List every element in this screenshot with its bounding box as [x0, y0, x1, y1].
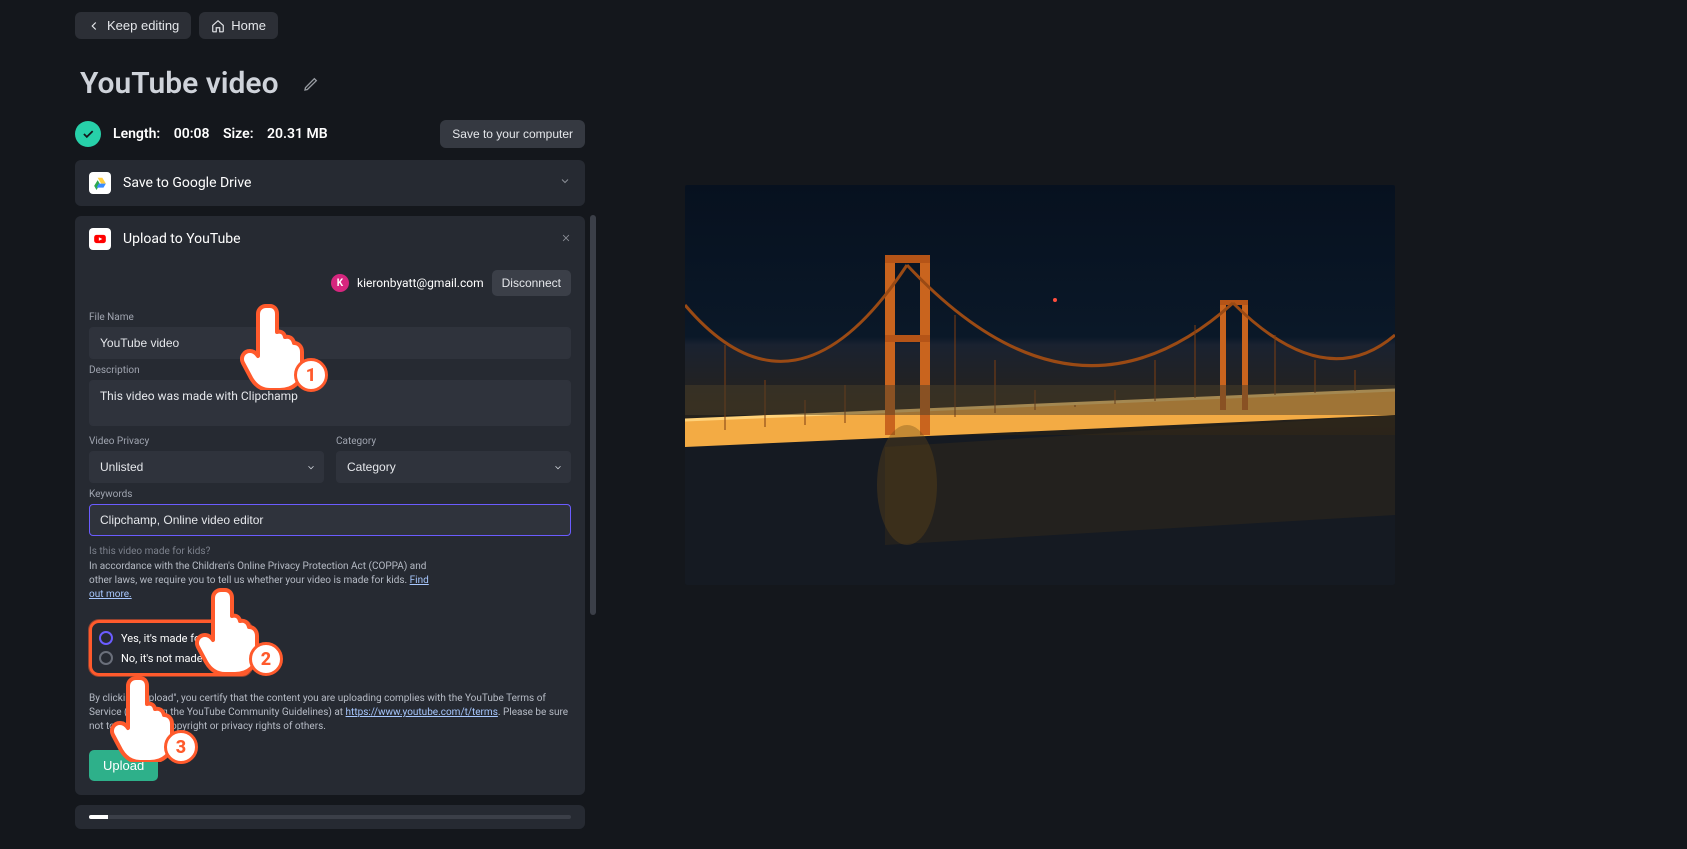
scrollbar[interactable] — [590, 160, 596, 705]
youtube-panel: Upload to YouTube K kieronbyatt@gmail.co… — [75, 216, 585, 795]
category-select[interactable]: Category — [336, 451, 571, 483]
terms-link[interactable]: https://www.youtube.com/t/terms — [346, 707, 498, 718]
account-email: kieronbyatt@gmail.com — [357, 276, 484, 290]
video-meta: Length: 00:08 Size: 20.31 MB — [113, 126, 328, 142]
length-label: Length: — [113, 126, 160, 142]
privacy-label: Video Privacy — [89, 436, 324, 447]
size-label: Size: — [223, 126, 254, 142]
disconnect-button[interactable]: Disconnect — [492, 270, 571, 296]
avatar: K — [331, 274, 349, 292]
arrow-left-icon — [87, 19, 101, 33]
length-value: 00:08 — [174, 126, 210, 142]
home-label: Home — [231, 18, 266, 33]
keywords-label: Keywords — [89, 489, 571, 500]
description-input[interactable] — [89, 380, 571, 426]
youtube-title: Upload to YouTube — [123, 231, 241, 247]
keep-editing-button[interactable]: Keep editing — [75, 12, 191, 39]
progress-bar — [89, 815, 571, 819]
home-icon — [211, 19, 225, 33]
home-button[interactable]: Home — [199, 12, 278, 39]
upload-button[interactable]: Upload — [89, 750, 158, 781]
kids-radio-group: Yes, it's made for kids No, it's not mad… — [89, 620, 252, 676]
gdrive-panel[interactable]: Save to Google Drive — [75, 160, 585, 206]
kids-question: Is this video made for kids? — [89, 546, 571, 557]
video-preview — [685, 185, 1395, 585]
gdrive-title: Save to Google Drive — [123, 175, 251, 191]
keep-editing-label: Keep editing — [107, 18, 179, 33]
check-icon — [81, 127, 95, 141]
page-title: YouTube video — [80, 66, 279, 101]
status-badge — [75, 121, 101, 147]
keywords-input[interactable] — [89, 504, 571, 536]
youtube-icon — [89, 228, 111, 250]
save-to-computer-button[interactable]: Save to your computer — [440, 120, 585, 148]
radio-icon — [99, 631, 113, 645]
progress-fill — [89, 815, 108, 819]
kids-para: In accordance with the Children's Online… — [89, 560, 439, 602]
legal-text: By clicking "Upload", you certify that t… — [89, 692, 571, 734]
category-label: Category — [336, 436, 571, 447]
progress-panel — [75, 805, 585, 829]
filename-input[interactable] — [89, 327, 571, 359]
privacy-select[interactable]: Unlisted — [89, 451, 324, 483]
scrollbar-thumb[interactable] — [590, 215, 596, 615]
pencil-icon — [303, 76, 319, 92]
edit-title-button[interactable] — [297, 70, 325, 98]
radio-no[interactable]: No, it's not made for kids — [97, 648, 244, 668]
radio-yes[interactable]: Yes, it's made for kids — [97, 628, 244, 648]
size-value: 20.31 MB — [267, 126, 328, 142]
chevron-down-icon — [559, 175, 571, 191]
close-icon[interactable] — [561, 231, 571, 247]
description-label: Description — [89, 365, 571, 376]
radio-icon — [99, 651, 113, 665]
google-drive-icon — [89, 172, 111, 194]
filename-label: File Name — [89, 312, 571, 323]
